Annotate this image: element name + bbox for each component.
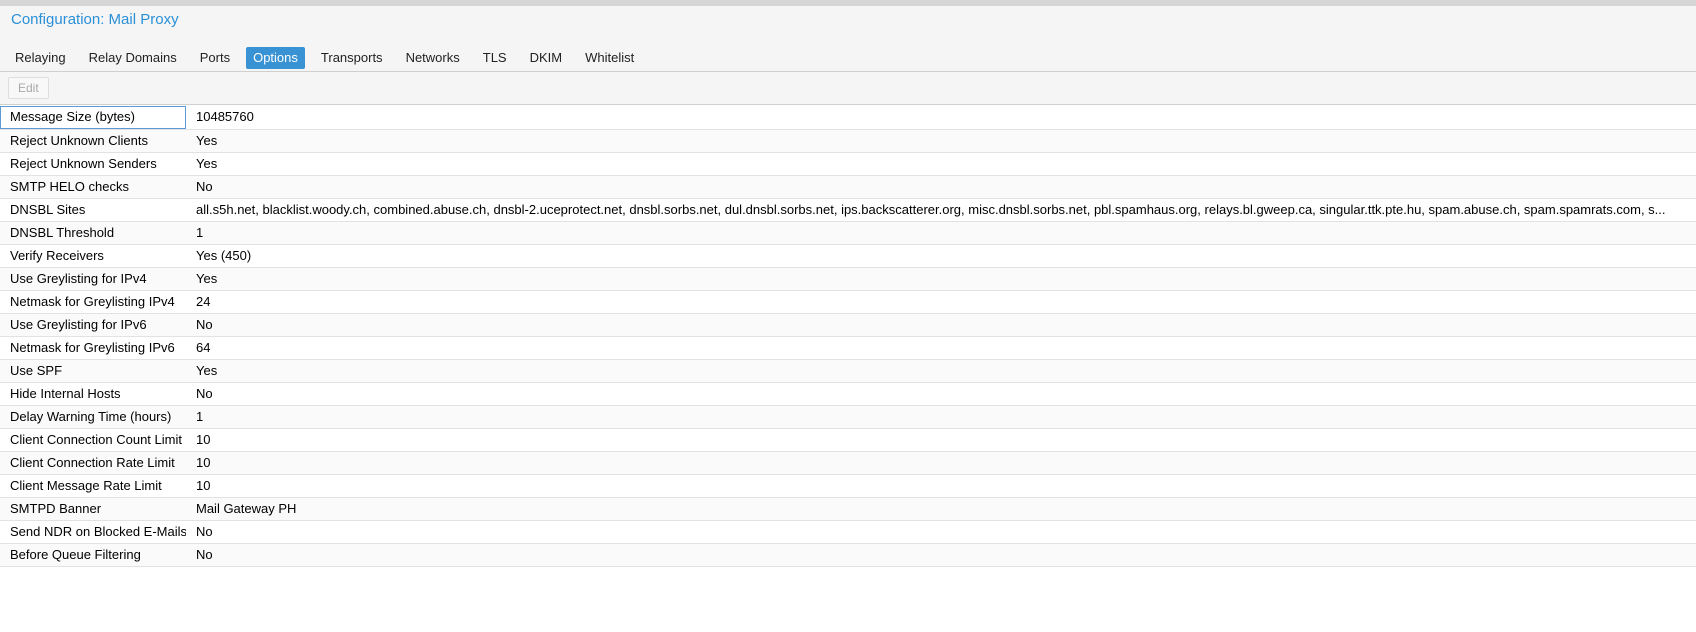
option-value: Yes [196,363,218,378]
option-row-smtpd-banner[interactable]: SMTPD Banner Mail Gateway PH [0,498,1696,521]
option-name: Hide Internal Hosts [10,386,121,401]
option-name: Client Message Rate Limit [10,478,162,493]
option-row-dnsbl-threshold[interactable]: DNSBL Threshold 1 [0,222,1696,245]
option-row-client-connection-count-limit[interactable]: Client Connection Count Limit 10 [0,429,1696,452]
option-name: Reject Unknown Clients [10,133,149,148]
tab-transports[interactable]: Transports [314,47,390,69]
option-value: 1 [196,225,204,240]
option-row-hide-internal-hosts[interactable]: Hide Internal Hosts No [0,383,1696,406]
option-name: Delay Warning Time (hours) [10,409,172,424]
option-value: all.s5h.net, blacklist.woody.ch, combine… [196,202,1666,217]
toolbar: Edit [0,72,1696,105]
option-name: Reject Unknown Senders [10,156,157,171]
option-name: Message Size (bytes) [0,106,186,129]
option-row-smtp-helo-checks[interactable]: SMTP HELO checks No [0,176,1696,199]
option-value: 10 [196,478,211,493]
options-grid: Message Size (bytes) 10485760 Reject Unk… [0,106,1696,567]
page-title: Configuration: Mail Proxy [11,11,179,28]
option-row-verify-receivers[interactable]: Verify Receivers Yes (450) [0,245,1696,268]
option-row-before-queue-filtering[interactable]: Before Queue Filtering No [0,544,1696,567]
option-value: 10485760 [196,109,254,124]
option-name: Client Connection Count Limit [10,432,182,447]
option-row-client-message-rate-limit[interactable]: Client Message Rate Limit 10 [0,475,1696,498]
option-value: 10 [196,455,211,470]
option-name: SMTP HELO checks [10,179,129,194]
option-value: Yes (450) [196,248,252,263]
option-name: Send NDR on Blocked E-Mails [10,524,186,539]
option-row-netmask-ipv4[interactable]: Netmask for Greylisting IPv4 24 [0,291,1696,314]
tab-options[interactable]: Options [246,47,305,69]
option-row-message-size[interactable]: Message Size (bytes) 10485760 [0,106,1696,130]
option-row-client-connection-rate-limit[interactable]: Client Connection Rate Limit 10 [0,452,1696,475]
option-name: Netmask for Greylisting IPv4 [10,294,175,309]
option-value: No [196,179,213,194]
tab-networks[interactable]: Networks [399,47,467,69]
option-value: 24 [196,294,211,309]
option-value: Yes [196,271,218,286]
option-name: Verify Receivers [10,248,104,263]
option-value: No [196,317,213,332]
option-name: DNSBL Sites [10,202,86,217]
option-value: No [196,386,213,401]
tab-relaying[interactable]: Relaying [8,47,73,69]
option-row-greylisting-ipv4[interactable]: Use Greylisting for IPv4 Yes [0,268,1696,291]
option-value: Mail Gateway PH [196,501,297,516]
tab-bar: Relaying Relay Domains Ports Options Tra… [0,33,1696,72]
option-name: SMTPD Banner [10,501,102,516]
tab-ports[interactable]: Ports [193,47,237,69]
tab-relay-domains[interactable]: Relay Domains [82,47,184,69]
option-name: Client Connection Rate Limit [10,455,175,470]
option-value: Yes [196,133,218,148]
tab-tls[interactable]: TLS [476,47,514,69]
option-row-greylisting-ipv6[interactable]: Use Greylisting for IPv6 No [0,314,1696,337]
option-name: Netmask for Greylisting IPv6 [10,340,175,355]
option-value: No [196,524,213,539]
option-row-reject-unknown-clients[interactable]: Reject Unknown Clients Yes [0,130,1696,153]
option-value: 1 [196,409,204,424]
tab-whitelist[interactable]: Whitelist [578,47,641,69]
edit-button[interactable]: Edit [8,77,49,99]
option-name: Use SPF [10,363,63,378]
tab-dkim[interactable]: DKIM [523,47,570,69]
panel-header: Configuration: Mail Proxy [0,6,1696,33]
option-row-delay-warning-time[interactable]: Delay Warning Time (hours) 1 [0,406,1696,429]
option-value: Yes [196,156,218,171]
option-row-use-spf[interactable]: Use SPF Yes [0,360,1696,383]
option-value: No [196,547,213,562]
option-row-reject-unknown-senders[interactable]: Reject Unknown Senders Yes [0,153,1696,176]
option-value: 64 [196,340,211,355]
option-name: Before Queue Filtering [10,547,141,562]
option-name: Use Greylisting for IPv6 [10,317,147,332]
option-value: 10 [196,432,211,447]
option-row-send-ndr[interactable]: Send NDR on Blocked E-Mails No [0,521,1696,544]
option-row-netmask-ipv6[interactable]: Netmask for Greylisting IPv6 64 [0,337,1696,360]
option-row-dnsbl-sites[interactable]: DNSBL Sites all.s5h.net, blacklist.woody… [0,199,1696,222]
option-name: DNSBL Threshold [10,225,115,240]
option-name: Use Greylisting for IPv4 [10,271,147,286]
